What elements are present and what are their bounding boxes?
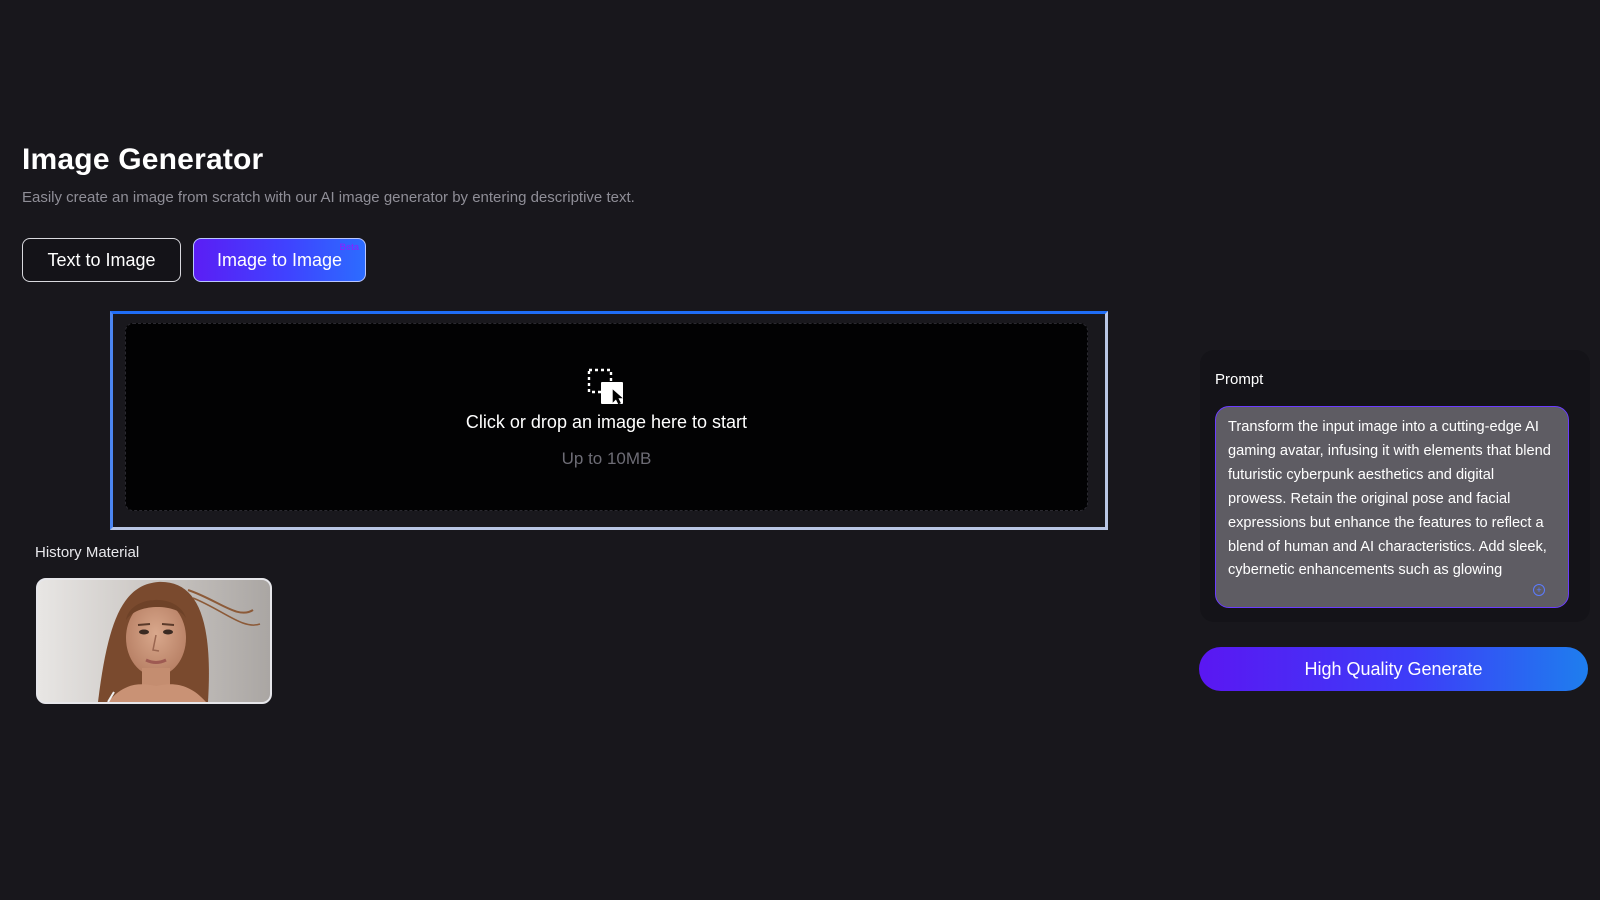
page-subtitle: Easily create an image from scratch with… — [22, 189, 635, 206]
prompt-label: Prompt — [1215, 371, 1264, 388]
image-upload-dropzone[interactable]: Click or drop an image here to start Up … — [125, 323, 1088, 511]
tab-image-to-image[interactable]: Image to Image Beta — [193, 238, 366, 282]
prompt-textarea[interactable]: Transform the input image into a cutting… — [1215, 406, 1569, 608]
portrait-thumbnail — [98, 581, 261, 702]
tab-label: Image to Image — [216, 249, 343, 270]
upload-size-limit: Up to 10MB — [561, 449, 652, 468]
upload-label: Click or drop an image here to start — [465, 412, 748, 432]
high-quality-generate-button[interactable]: High Quality Generate — [1199, 647, 1588, 691]
page-title: Image Generator — [22, 143, 264, 176]
history-material-title: History Material — [35, 544, 140, 561]
beta-badge: Beta — [339, 242, 359, 252]
mode-tabs: Text to Image Image to Image Beta — [22, 238, 366, 282]
upload-frame: Click or drop an image here to start Up … — [110, 311, 1108, 530]
tab-label: Text to Image — [47, 249, 156, 270]
expand-icon[interactable]: + — [1533, 584, 1545, 596]
image-upload-icon — [587, 368, 623, 405]
image-generator-page: Image Generator Easily create an image f… — [0, 0, 1600, 900]
tab-text-to-image[interactable]: Text to Image — [22, 238, 181, 282]
history-material-thumbnail[interactable] — [36, 578, 272, 704]
